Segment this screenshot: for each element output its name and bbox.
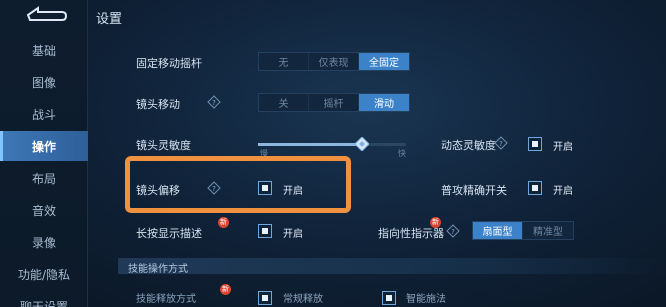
sidebar-item-basic[interactable]: 基础 <box>0 35 88 65</box>
skill-cast-option-text-2: 智能施法 <box>406 294 446 305</box>
skill-cast-checkbox[interactable] <box>258 291 272 305</box>
sidebar-item-replay[interactable]: 录像 <box>0 227 88 257</box>
fixed-joystick-label: 固定移动摇杆 <box>136 57 202 70</box>
page-title: 设置 <box>96 12 123 27</box>
sidebar-item-layout[interactable]: 布局 <box>0 163 88 193</box>
new-badge: 新 <box>218 217 229 228</box>
new-badge: 新 <box>430 217 441 228</box>
sidebar-item-label: 图像 <box>31 75 56 90</box>
direction-indicator-option-precise[interactable]: 精准型 <box>523 222 573 239</box>
camera-move-label: 镜头移动 <box>136 98 180 111</box>
sidebar-item-graphics[interactable]: 图像 <box>0 67 88 97</box>
precise-attack-checkbox[interactable] <box>528 181 542 195</box>
sidebar-item-chat[interactable]: 聊天设置 <box>0 291 88 307</box>
precise-attack-label: 普攻精确开关 <box>441 184 507 197</box>
highlight-box <box>125 156 351 213</box>
sidebar-item-privacy[interactable]: 功能/隐私 <box>0 259 88 289</box>
fixed-joystick-option-visual[interactable]: 仅表现 <box>309 53 359 70</box>
sidebar-item-label: 聊天设置 <box>19 299 68 307</box>
sidebar-item-label: 操作 <box>31 139 56 154</box>
fixed-joystick-option-none[interactable]: 无 <box>259 53 309 70</box>
skill-cast-label: 技能释放方式 <box>136 294 196 305</box>
long-press-desc-label: 长按显示描述 <box>136 227 202 240</box>
slider-max-label: 快 <box>398 149 406 158</box>
slider-fill <box>258 143 362 146</box>
camera-move-option-swipe[interactable]: 滑动 <box>359 94 409 111</box>
help-icon[interactable]: ? <box>207 95 221 109</box>
dynamic-sensitivity-label: 动态灵敏度 <box>441 139 496 152</box>
sidebar-item-controls[interactable]: 操作 <box>0 131 88 161</box>
help-icon[interactable]: ? <box>494 136 508 150</box>
section-title: 技能操作方式 <box>128 264 188 275</box>
back-icon[interactable] <box>22 6 70 24</box>
skill-cast-checkbox-2[interactable] <box>382 291 396 305</box>
camera-move-option-off[interactable]: 关 <box>259 94 309 111</box>
fixed-joystick-option-full[interactable]: 全固定 <box>359 53 409 70</box>
sidebar: 基础 图像 战斗 操作 布局 音效 录像 功能/隐私 聊天设置 <box>0 0 88 307</box>
section-header-bar <box>118 258 666 274</box>
precise-attack-state: 开启 <box>553 186 573 197</box>
sidebar-item-sound[interactable]: 音效 <box>0 195 88 225</box>
long-press-desc-checkbox[interactable] <box>258 224 272 238</box>
fixed-joystick-selector: 无 仅表现 全固定 <box>258 52 410 71</box>
svg-text:?: ? <box>212 99 216 107</box>
sidebar-item-label: 录像 <box>31 235 56 250</box>
new-badge: 新 <box>220 284 231 295</box>
sidebar-item-label: 功能/隐私 <box>17 267 71 282</box>
dynamic-sensitivity-state: 开启 <box>553 142 573 153</box>
camera-sensitivity-label: 镜头灵敏度 <box>136 139 191 152</box>
sidebar-item-combat[interactable]: 战斗 <box>0 99 88 129</box>
svg-text:?: ? <box>451 228 455 236</box>
sidebar-item-label: 音效 <box>31 203 56 218</box>
sidebar-item-label: 布局 <box>31 171 56 186</box>
long-press-desc-state: 开启 <box>283 229 303 240</box>
svg-text:?: ? <box>499 140 503 148</box>
camera-sensitivity-slider[interactable] <box>258 143 406 146</box>
direction-indicator-option-fan[interactable]: 扇面型 <box>473 222 523 239</box>
direction-indicator-selector: 扇面型 精准型 <box>472 221 574 240</box>
camera-move-selector: 关 摇杆 滑动 <box>258 93 410 112</box>
skill-cast-option-text: 常规释放 <box>283 294 323 305</box>
sidebar-item-label: 基础 <box>31 43 56 58</box>
slider-thumb[interactable] <box>354 137 369 151</box>
camera-move-option-joystick[interactable]: 摇杆 <box>309 94 359 111</box>
dynamic-sensitivity-checkbox[interactable] <box>528 137 542 151</box>
help-icon[interactable]: ? <box>446 224 460 238</box>
sidebar-item-label: 战斗 <box>31 107 56 122</box>
